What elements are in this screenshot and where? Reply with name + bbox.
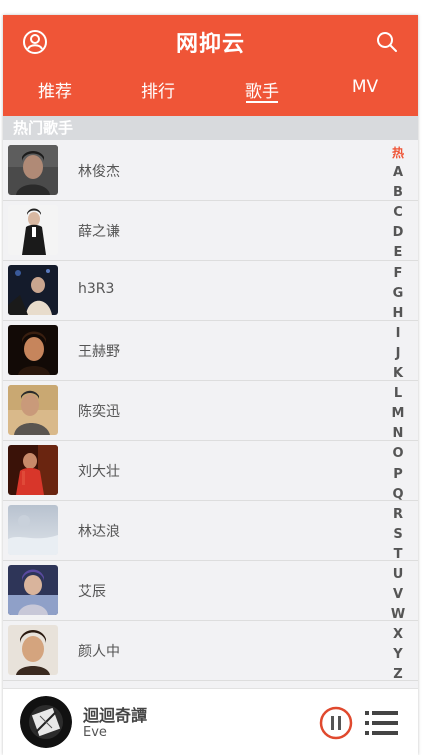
artist-avatar	[8, 505, 58, 555]
active-tab-indicator	[246, 101, 278, 103]
section-title: 热门歌手	[3, 116, 418, 140]
artist-name: 陈奕迅	[78, 404, 120, 420]
index-letter[interactable]: X	[386, 625, 410, 645]
index-letter[interactable]: V	[386, 585, 410, 605]
tab-recommend[interactable]: 推荐	[25, 77, 85, 102]
artist-avatar	[8, 445, 58, 495]
nav-tabs: 推荐 排行 歌手 MV	[3, 70, 418, 110]
tab-singers[interactable]: 歌手	[232, 77, 292, 102]
artist-row[interactable]: 颜人中	[3, 621, 418, 681]
artist-name: 艾辰	[78, 584, 106, 600]
artist-name: 刘大壮	[78, 464, 120, 480]
artist-name: 颜人中	[78, 644, 120, 660]
index-letter[interactable]: R	[386, 505, 410, 525]
index-letter[interactable]: M	[386, 404, 410, 424]
index-letter[interactable]: L	[386, 384, 410, 404]
app-window: 网抑云 推荐 排行 歌手 MV 热门歌手 林俊杰 薛之谦 h3R3 王赫野 陈奕…	[3, 15, 418, 755]
index-letter-hot[interactable]: 热	[386, 143, 410, 163]
app-title: 网抑云	[175, 32, 245, 57]
index-letter[interactable]: Q	[386, 485, 410, 505]
index-letter[interactable]: T	[386, 545, 410, 565]
index-letter[interactable]: E	[386, 243, 410, 263]
index-letter[interactable]: A	[386, 163, 410, 183]
artist-row[interactable]: 薛之谦	[3, 201, 418, 261]
artist-avatar	[8, 205, 58, 255]
artist-row[interactable]: 陈奕迅	[3, 381, 418, 441]
index-letter[interactable]: Y	[386, 645, 410, 665]
tab-mv[interactable]: MV	[335, 77, 395, 97]
artist-avatar	[8, 385, 58, 435]
pause-icon[interactable]	[319, 706, 353, 740]
song-title: 迴迴奇譚	[83, 706, 148, 725]
index-letter[interactable]: N	[386, 424, 410, 444]
artist-name: 薛之谦	[78, 224, 120, 240]
index-letter[interactable]: Z	[386, 665, 410, 685]
artist-row[interactable]: 王赫野	[3, 321, 418, 381]
search-icon[interactable]	[373, 28, 401, 56]
artist-row[interactable]: h3R3	[3, 261, 418, 321]
mini-player: 迴迴奇譚 Eve	[3, 688, 418, 755]
index-letter[interactable]: I	[386, 324, 410, 344]
playlist-icon[interactable]	[365, 709, 399, 737]
artist-name: 王赫野	[78, 344, 120, 360]
artist-avatar	[8, 265, 58, 315]
index-letter[interactable]: G	[386, 284, 410, 304]
artist-row[interactable]: 林俊杰	[3, 141, 418, 201]
album-disc[interactable]	[20, 696, 72, 748]
index-letter[interactable]: O	[386, 444, 410, 464]
alphabet-index-bar[interactable]: 热ABCDEFGHIJKLMNOPQRSTUVWXYZ	[386, 143, 410, 686]
artist-name: 林俊杰	[78, 164, 120, 180]
artist-avatar	[8, 625, 58, 675]
index-letter[interactable]: B	[386, 183, 410, 203]
artist-avatar	[8, 145, 58, 195]
top-header: 网抑云 推荐 排行 歌手 MV	[3, 15, 418, 116]
index-letter[interactable]: F	[386, 264, 410, 284]
index-letter[interactable]: H	[386, 304, 410, 324]
artist-name: 林达浪	[78, 524, 120, 540]
index-letter[interactable]: S	[386, 525, 410, 545]
index-letter[interactable]: D	[386, 223, 410, 243]
artist-row[interactable]: 艾辰	[3, 561, 418, 621]
artist-row[interactable]: 林达浪	[3, 501, 418, 561]
index-letter[interactable]: W	[386, 605, 410, 625]
artist-avatar	[8, 565, 58, 615]
index-letter[interactable]: C	[386, 203, 410, 223]
artist-avatar	[8, 325, 58, 375]
artist-row[interactable]: 刘大壮	[3, 441, 418, 501]
index-letter[interactable]: J	[386, 344, 410, 364]
tab-ranking[interactable]: 排行	[128, 77, 188, 102]
song-artist: Eve	[83, 725, 107, 740]
index-letter[interactable]: P	[386, 465, 410, 485]
index-letter[interactable]: U	[386, 565, 410, 585]
artist-name: h3R3	[78, 281, 115, 297]
index-letter[interactable]: K	[386, 364, 410, 384]
